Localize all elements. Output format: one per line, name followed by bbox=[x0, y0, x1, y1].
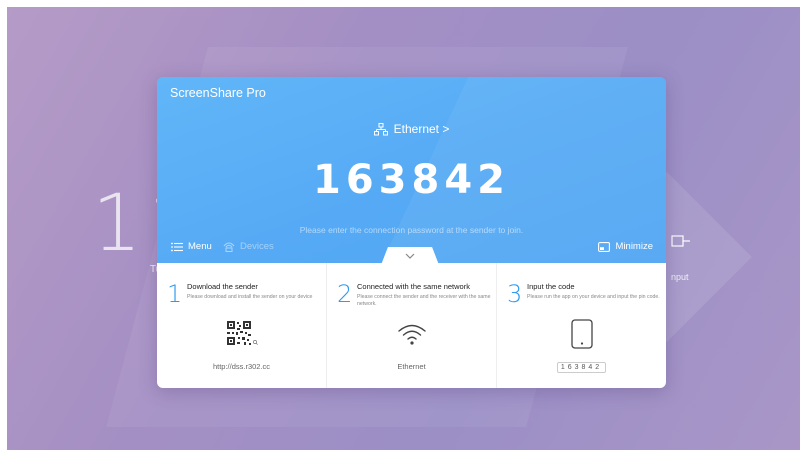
chevron-down-icon bbox=[405, 253, 415, 259]
step-icon-wrap bbox=[157, 318, 326, 350]
minimize-button[interactable]: Minimize bbox=[597, 241, 653, 252]
step-description: Please download and install the sender o… bbox=[187, 294, 313, 300]
menu-button[interactable]: Menu bbox=[171, 241, 212, 252]
menu-icon bbox=[171, 242, 183, 251]
step-icon-wrap bbox=[327, 318, 496, 350]
ethernet-icon bbox=[373, 122, 388, 135]
input-source-icon bbox=[671, 235, 690, 247]
step-description: Please run the app on your device and in… bbox=[527, 294, 660, 300]
minimize-label: Minimize bbox=[615, 241, 653, 252]
network-selector[interactable]: Ethernet > bbox=[157, 122, 666, 136]
connection-hint: Please enter the connection password at … bbox=[299, 225, 524, 235]
steps-panel: 1 Download the sender Please download an… bbox=[157, 263, 666, 388]
app-title: ScreenShare Pro bbox=[170, 86, 266, 100]
pin-code-display: 163842 bbox=[556, 362, 607, 373]
devices-label: Devices bbox=[240, 241, 274, 252]
step-input-code: 3 Input the code Please run the app on y… bbox=[497, 263, 666, 388]
step-number: 2 bbox=[337, 280, 353, 308]
dialog-header: ScreenShare Pro Ethernet > 163842 Please… bbox=[157, 77, 666, 263]
menu-label: Menu bbox=[188, 241, 212, 252]
pin-code-wrap: 163842 bbox=[497, 362, 666, 373]
step-icon-wrap bbox=[497, 318, 666, 350]
wifi-icon bbox=[397, 324, 426, 345]
step-description: Please connect the sender and the receiv… bbox=[357, 294, 491, 307]
devices-icon bbox=[223, 242, 235, 252]
qr-code-icon bbox=[226, 321, 258, 345]
step-title: Download the sender bbox=[187, 282, 258, 291]
step-title: Connected with the same network bbox=[357, 282, 470, 291]
minimize-icon bbox=[597, 241, 610, 252]
step-number: 3 bbox=[507, 280, 523, 308]
download-url[interactable]: http://dss.r302.cc bbox=[157, 362, 326, 371]
step-number: 1 bbox=[167, 280, 183, 308]
tablet-icon bbox=[570, 319, 593, 349]
network-label: Ethernet > bbox=[393, 122, 450, 136]
network-name: Ethernet bbox=[397, 362, 426, 371]
devices-button[interactable]: Devices bbox=[223, 241, 274, 252]
screenshare-dialog: ScreenShare Pro Ethernet > 163842 Please… bbox=[157, 77, 666, 388]
step-title: Input the code bbox=[527, 282, 575, 291]
background-label: nput bbox=[671, 272, 689, 282]
step-download: 1 Download the sender Please download an… bbox=[157, 263, 327, 388]
step-network: 2 Connected with the same network Please… bbox=[327, 263, 497, 388]
connection-pin: 163842 bbox=[313, 157, 510, 203]
